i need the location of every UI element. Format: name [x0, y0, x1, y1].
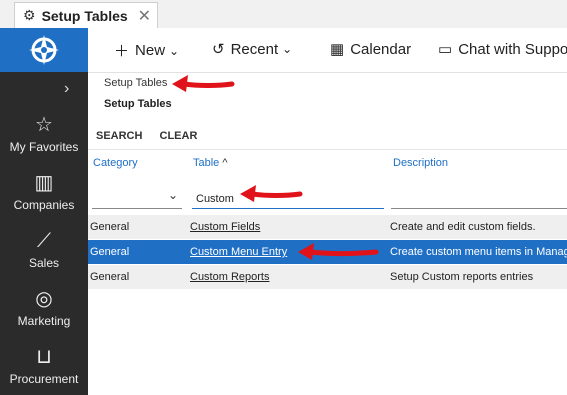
calendar-label: Calendar [350, 40, 412, 58]
cell-description: Create and edit custom fields. [390, 221, 536, 233]
sidebar-item-sales[interactable]: ⟋ Sales [0, 230, 88, 270]
history-icon: ↺ [212, 41, 225, 58]
plus-icon: ＋ [114, 43, 130, 60]
breadcrumb[interactable]: Setup Tables [104, 77, 167, 89]
cart-icon: ⊔ [36, 346, 52, 368]
table-row[interactable]: General Custom Reports Setup Custom repo… [88, 265, 567, 289]
annotation-arrow [298, 243, 379, 260]
expand-sidebar-icon[interactable]: › [64, 80, 69, 98]
cell-category: General [90, 221, 130, 233]
sidebar-item-label: Sales [28, 256, 60, 270]
annotation-arrow [172, 75, 235, 92]
chevron-down-icon: ⌄ [282, 42, 293, 56]
annotation-arrow [240, 185, 303, 202]
gear-icon: ⚙ [23, 7, 36, 23]
logo-icon [29, 35, 59, 65]
sidebar-item-label: My Favorites [9, 140, 79, 154]
chevron-down-icon: ⌄ [167, 188, 178, 202]
sidebar-item-companies[interactable]: ▥ Companies [0, 172, 88, 212]
description-filter-input[interactable] [391, 189, 567, 209]
tab-title: Setup Tables [41, 7, 128, 24]
chat-support-button[interactable]: ▭ Chat with Support [438, 40, 567, 59]
column-header-category[interactable]: Category [93, 157, 138, 169]
tab-strip: ⚙ Setup Tables ✕ [0, 0, 567, 29]
category-filter-select[interactable]: ⌄ [92, 188, 182, 209]
chat-label: Chat with Support [458, 40, 567, 58]
star-icon: ☆ [35, 114, 53, 136]
column-header-label: Table [193, 157, 220, 169]
recent-label: Recent [230, 40, 279, 58]
divider [88, 149, 567, 150]
sidebar-item-marketing[interactable]: ◎ Marketing [0, 288, 88, 328]
sidebar: › ☆ My Favorites ▥ Companies ⟋ Sales ◎ M… [0, 28, 88, 395]
page-title: Setup Tables [104, 98, 172, 110]
chat-icon: ▭ [438, 41, 453, 58]
recent-button[interactable]: ↺ Recent ⌄ [212, 40, 293, 59]
sidebar-item-label: Procurement [9, 372, 79, 386]
sort-ascending-icon: ^ [222, 157, 228, 169]
cell-description: Create custom menu items in Manage [390, 246, 567, 258]
logo[interactable] [0, 28, 88, 72]
table-filter-value: Custom [196, 193, 234, 205]
cell-category: General [90, 246, 130, 258]
new-label: New [135, 42, 166, 59]
calendar-button[interactable]: ▦ Calendar [330, 40, 412, 59]
building-icon: ▥ [34, 172, 54, 194]
calendar-icon: ▦ [330, 41, 345, 58]
cell-category: General [90, 271, 130, 283]
new-button[interactable]: ＋ New ⌄ [114, 40, 179, 61]
sidebar-item-label: Marketing [17, 314, 71, 328]
sidebar-item-label: Companies [13, 198, 75, 212]
grid-actions: SEARCH CLEAR [96, 130, 211, 142]
target-icon: ◎ [35, 288, 53, 310]
sidebar-item-favorites[interactable]: ☆ My Favorites [0, 114, 88, 154]
close-icon[interactable]: ✕ [138, 6, 151, 26]
column-header-description[interactable]: Description [393, 157, 448, 169]
cell-table-link[interactable]: Custom Fields [190, 221, 260, 233]
tab-setup-tables[interactable]: ⚙ Setup Tables ✕ [14, 2, 158, 28]
cell-table-link[interactable]: Custom Menu Entry [190, 246, 287, 258]
sidebar-item-procurement[interactable]: ⊔ Procurement [0, 346, 88, 386]
chart-icon: ⟋ [37, 230, 51, 252]
cell-table-link[interactable]: Custom Reports [190, 271, 269, 283]
column-header-table[interactable]: Table ^ [193, 157, 228, 169]
chevron-down-icon: ⌄ [169, 43, 180, 58]
top-toolbar: ＋ New ⌄ ↺ Recent ⌄ ▦ Calendar ▭ Chat wit… [88, 28, 567, 73]
cell-description: Setup Custom reports entries [390, 271, 534, 283]
clear-button[interactable]: CLEAR [160, 130, 198, 142]
table-row[interactable]: General Custom Fields Create and edit cu… [88, 215, 567, 239]
search-button[interactable]: SEARCH [96, 130, 142, 142]
